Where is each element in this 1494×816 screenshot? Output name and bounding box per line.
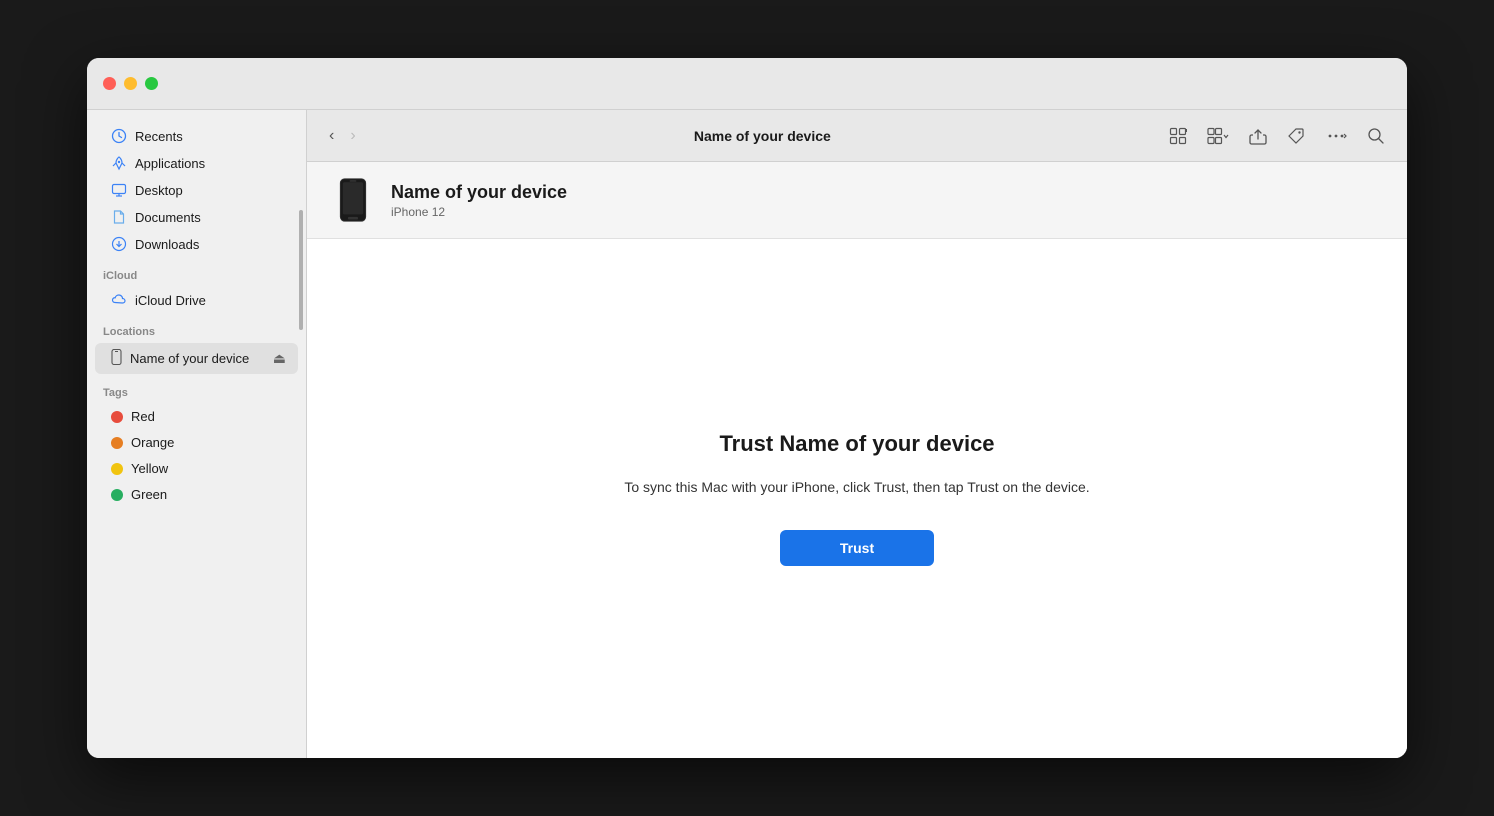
sidebar-item-documents[interactable]: Documents (95, 204, 298, 230)
download-icon (111, 236, 127, 252)
titlebar (87, 58, 1407, 110)
trust-panel: Trust Name of your device To sync this M… (307, 239, 1407, 758)
sidebar-item-orange-label: Orange (131, 435, 174, 450)
view-options-button[interactable] (1201, 123, 1235, 149)
sidebar-item-green-label: Green (131, 487, 167, 502)
cloud-icon (111, 292, 127, 308)
main-layout: Recents Applications (87, 110, 1407, 758)
toolbar: ‹ › Name of your device (307, 110, 1407, 162)
sidebar-item-applications-label: Applications (135, 156, 205, 171)
maximize-button[interactable] (145, 77, 158, 90)
sidebar-item-desktop-label: Desktop (135, 183, 183, 198)
close-button[interactable] (103, 77, 116, 90)
document-icon (111, 209, 127, 225)
sidebar-item-downloads-label: Downloads (135, 237, 199, 252)
yellow-tag-dot (111, 463, 123, 475)
sidebar-item-yellow-label: Yellow (131, 461, 168, 476)
device-info: Name of your device iPhone 12 (391, 182, 567, 219)
sidebar-item-icloud-drive-label: iCloud Drive (135, 293, 206, 308)
red-tag-dot (111, 411, 123, 423)
sidebar-item-red[interactable]: Red (95, 404, 298, 429)
green-tag-dot (111, 489, 123, 501)
trust-title: Trust Name of your device (719, 431, 994, 457)
sidebar-item-red-label: Red (131, 409, 155, 424)
sidebar-scrollbar[interactable] (298, 110, 304, 758)
view-grid-button[interactable] (1163, 123, 1193, 149)
traffic-lights (103, 77, 158, 90)
toolbar-nav: ‹ › (323, 123, 362, 149)
sidebar-item-recents-label: Recents (135, 129, 183, 144)
more-button[interactable] (1319, 123, 1353, 149)
sidebar-scrollbar-thumb (299, 210, 303, 330)
finder-window: Recents Applications (87, 58, 1407, 758)
iphone-small-icon (111, 349, 122, 368)
device-model: iPhone 12 (391, 205, 567, 219)
tag-button[interactable] (1281, 123, 1311, 149)
trust-button[interactable]: Trust (780, 530, 934, 566)
rocket-icon (111, 155, 127, 171)
forward-button[interactable]: › (344, 123, 361, 149)
trust-description: To sync this Mac with your iPhone, click… (624, 477, 1089, 498)
share-button[interactable] (1243, 123, 1273, 149)
device-name: Name of your device (391, 182, 567, 203)
toolbar-actions (1163, 123, 1391, 149)
minimize-button[interactable] (124, 77, 137, 90)
sidebar-item-device[interactable]: Name of your device ⏏ (95, 343, 298, 374)
sidebar-item-orange[interactable]: Orange (95, 430, 298, 455)
search-button[interactable] (1361, 123, 1391, 149)
toolbar-title: Name of your device (374, 128, 1151, 144)
device-item-left: Name of your device (111, 349, 249, 368)
sidebar-item-green[interactable]: Green (95, 482, 298, 507)
content-area: ‹ › Name of your device (307, 110, 1407, 758)
sidebar: Recents Applications (87, 110, 307, 758)
sidebar-item-recents[interactable]: Recents (95, 123, 298, 149)
sidebar-item-desktop[interactable]: Desktop (95, 177, 298, 203)
eject-button[interactable]: ⏏ (269, 348, 290, 369)
sidebar-item-applications[interactable]: Applications (95, 150, 298, 176)
sidebar-item-device-label: Name of your device (130, 351, 249, 366)
clock-icon (111, 128, 127, 144)
tags-section-label: Tags (87, 375, 306, 403)
locations-section-label: Locations (87, 314, 306, 342)
desktop-icon (111, 182, 127, 198)
sidebar-item-documents-label: Documents (135, 210, 201, 225)
sidebar-item-downloads[interactable]: Downloads (95, 231, 298, 257)
device-header: Name of your device iPhone 12 (307, 162, 1407, 239)
back-button[interactable]: ‹ (323, 123, 340, 149)
device-icon (331, 178, 375, 222)
orange-tag-dot (111, 437, 123, 449)
icloud-section-label: iCloud (87, 258, 306, 286)
sidebar-item-icloud-drive[interactable]: iCloud Drive (95, 287, 298, 313)
sidebar-item-yellow[interactable]: Yellow (95, 456, 298, 481)
